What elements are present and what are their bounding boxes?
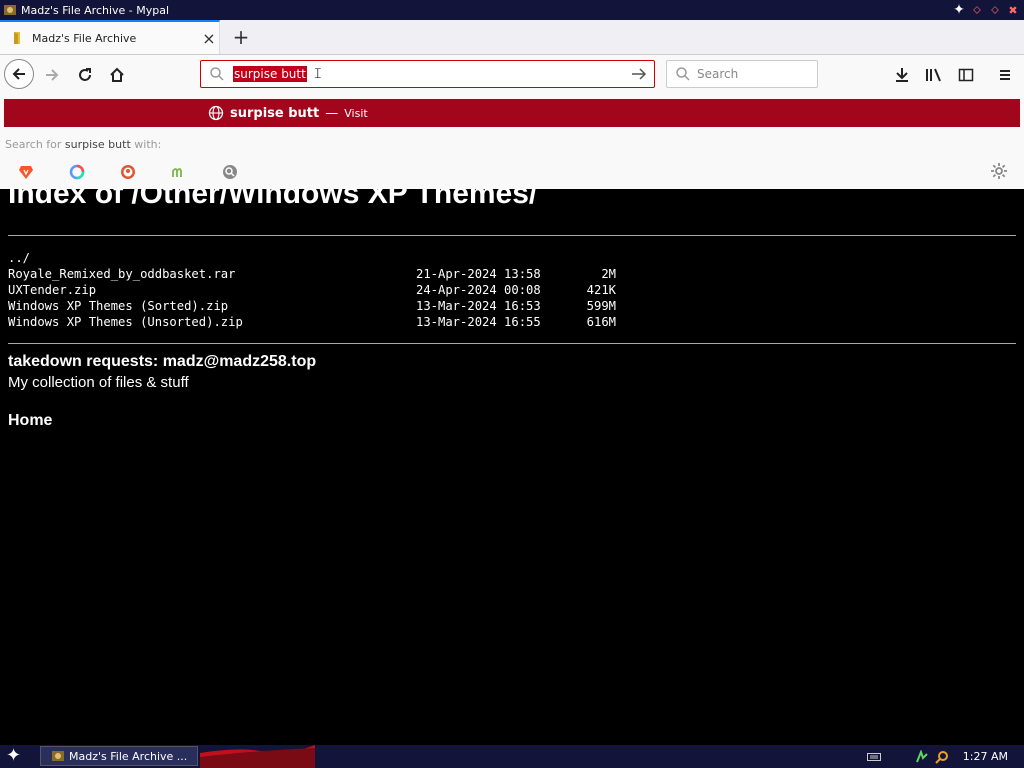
file-size: 2M <box>601 267 616 281</box>
back-button[interactable] <box>4 59 34 89</box>
star-icon[interactable]: ✦ <box>952 2 966 18</box>
start-button[interactable]: ✦ <box>6 746 21 766</box>
system-tray: 1:27 AM <box>866 745 1024 768</box>
search-bar[interactable]: Search <box>666 60 818 88</box>
sidebar-icon <box>958 68 974 82</box>
sidebar-button[interactable] <box>952 61 980 89</box>
home-link[interactable]: Home <box>8 412 52 429</box>
search-icon <box>210 67 224 81</box>
new-tab-button[interactable]: + <box>228 24 254 50</box>
text-cursor-icon: 𝙸 <box>312 66 323 82</box>
reload-icon <box>79 68 91 81</box>
collection-description: My collection of files & stuff <box>8 374 189 391</box>
close-window-button[interactable]: ✖ <box>1006 4 1020 17</box>
download-icon <box>896 68 908 82</box>
search-for-suffix: with: <box>130 138 162 151</box>
search-icon[interactable] <box>935 750 949 764</box>
search-engine-icon[interactable] <box>220 162 240 182</box>
mypal-app-icon <box>4 5 16 15</box>
search-for-term: surpise butt <box>64 138 131 151</box>
autocomplete-dash: — <box>325 105 339 121</box>
folder-icon <box>14 32 20 44</box>
mypal-app-icon <box>52 751 64 761</box>
taskbar-decoration <box>200 745 315 768</box>
parent-dir-link[interactable]: ../ <box>8 250 30 266</box>
file-link[interactable]: Windows XP Themes (Sorted).zip <box>8 298 416 314</box>
minimize-button[interactable]: ⬦ <box>970 3 984 17</box>
page-title: Index of /Other/Windows XP Themes/ <box>8 189 538 210</box>
brave-icon[interactable] <box>16 162 36 182</box>
home-button[interactable] <box>103 61 131 89</box>
divider <box>8 235 1016 236</box>
duckduckgo-icon[interactable] <box>118 162 138 182</box>
file-row: Windows XP Themes (Sorted).zip 13-Mar-20… <box>8 298 616 314</box>
gear-icon <box>991 163 1007 179</box>
search-icon <box>676 67 690 81</box>
file-size: 616M <box>586 315 616 329</box>
home-icon <box>110 67 124 82</box>
taskbar-window-button[interactable]: Madz's File Archive ... <box>40 746 198 766</box>
search-engine-list <box>0 160 1024 184</box>
autocomplete-text: surpise butt <box>230 105 320 121</box>
clock[interactable]: 1:27 AM <box>963 750 1008 763</box>
hamburger-menu-icon <box>1000 70 1010 80</box>
keyboard-icon[interactable] <box>866 752 881 762</box>
file-link[interactable]: Windows XP Themes (Unsorted).zip <box>8 314 416 330</box>
search-settings-button[interactable] <box>990 162 1008 184</box>
tab-strip: Madz's File Archive × + <box>0 20 1024 55</box>
file-size: 421K <box>586 283 616 297</box>
file-date: 13-Mar-2024 16:55 <box>416 315 541 329</box>
autocomplete-action: Visit <box>344 106 368 120</box>
page-footer: takedown requests: madz@madz258.top My c… <box>8 353 316 430</box>
url-bar[interactable]: surpise butt 𝙸 <box>200 60 655 88</box>
window-title: Madz's File Archive - Mypal <box>21 3 170 17</box>
file-link[interactable]: UXTender.zip <box>8 282 416 298</box>
file-listing: ../ Royale_Remixed_by_oddbasket.rar 21-A… <box>8 250 616 330</box>
reload-button[interactable] <box>71 61 99 89</box>
takedown-notice: takedown requests: madz@madz258.top <box>8 353 317 370</box>
taskbar-window-title: Madz's File Archive ... <box>69 749 188 763</box>
file-date: 24-Apr-2024 00:08 <box>416 283 541 297</box>
globe-icon <box>208 105 224 121</box>
autocomplete-row-selected[interactable]: surpise butt — Visit <box>4 99 1020 127</box>
file-date: 21-Apr-2024 13:58 <box>416 267 541 281</box>
nav-toolbar: surpise butt 𝙸 Search <box>0 55 1024 95</box>
parent-dir-row: ../ <box>8 250 616 266</box>
search-for-prefix: Search for <box>5 138 65 151</box>
menu-button[interactable] <box>991 61 1019 89</box>
window-titlebar: Madz's File Archive - Mypal ✦ ⬦ ⬦ ✖ <box>0 0 1024 20</box>
library-button[interactable] <box>920 61 948 89</box>
mojeek-icon[interactable] <box>169 162 189 182</box>
file-row: Royale_Remixed_by_oddbasket.rar 21-Apr-2… <box>8 266 616 282</box>
search-with-label: Search for surpise butt with: <box>5 138 161 151</box>
go-arrow-icon[interactable] <box>630 65 648 83</box>
file-date: 13-Mar-2024 16:53 <box>416 299 541 313</box>
qwant-icon[interactable] <box>67 162 87 182</box>
library-icon <box>926 68 941 82</box>
search-placeholder: Search <box>697 67 739 81</box>
page-content: Index of /Other/Windows XP Themes/ ../ R… <box>0 189 1024 745</box>
downloads-button[interactable] <box>888 61 916 89</box>
tab-active[interactable]: Madz's File Archive × <box>0 20 220 54</box>
file-size: 599M <box>586 299 616 313</box>
tab-title: Madz's File Archive <box>32 31 137 45</box>
divider <box>8 343 1016 344</box>
tab-close-button[interactable]: × <box>199 29 219 48</box>
network-icon[interactable] <box>915 749 929 764</box>
url-input-value[interactable]: surpise butt <box>233 66 307 82</box>
file-link[interactable]: Royale_Remixed_by_oddbasket.rar <box>8 266 416 282</box>
back-arrow-icon <box>12 68 25 80</box>
taskbar: ✦ Madz's File Archive ... 1:27 AM <box>0 745 1024 768</box>
forward-button[interactable] <box>38 61 66 89</box>
file-row: UXTender.zip 24-Apr-2024 00:08 421K <box>8 282 616 298</box>
maximize-button[interactable]: ⬦ <box>988 3 1002 17</box>
forward-arrow-icon <box>46 69 59 81</box>
file-row: Windows XP Themes (Unsorted).zip 13-Mar-… <box>8 314 616 330</box>
